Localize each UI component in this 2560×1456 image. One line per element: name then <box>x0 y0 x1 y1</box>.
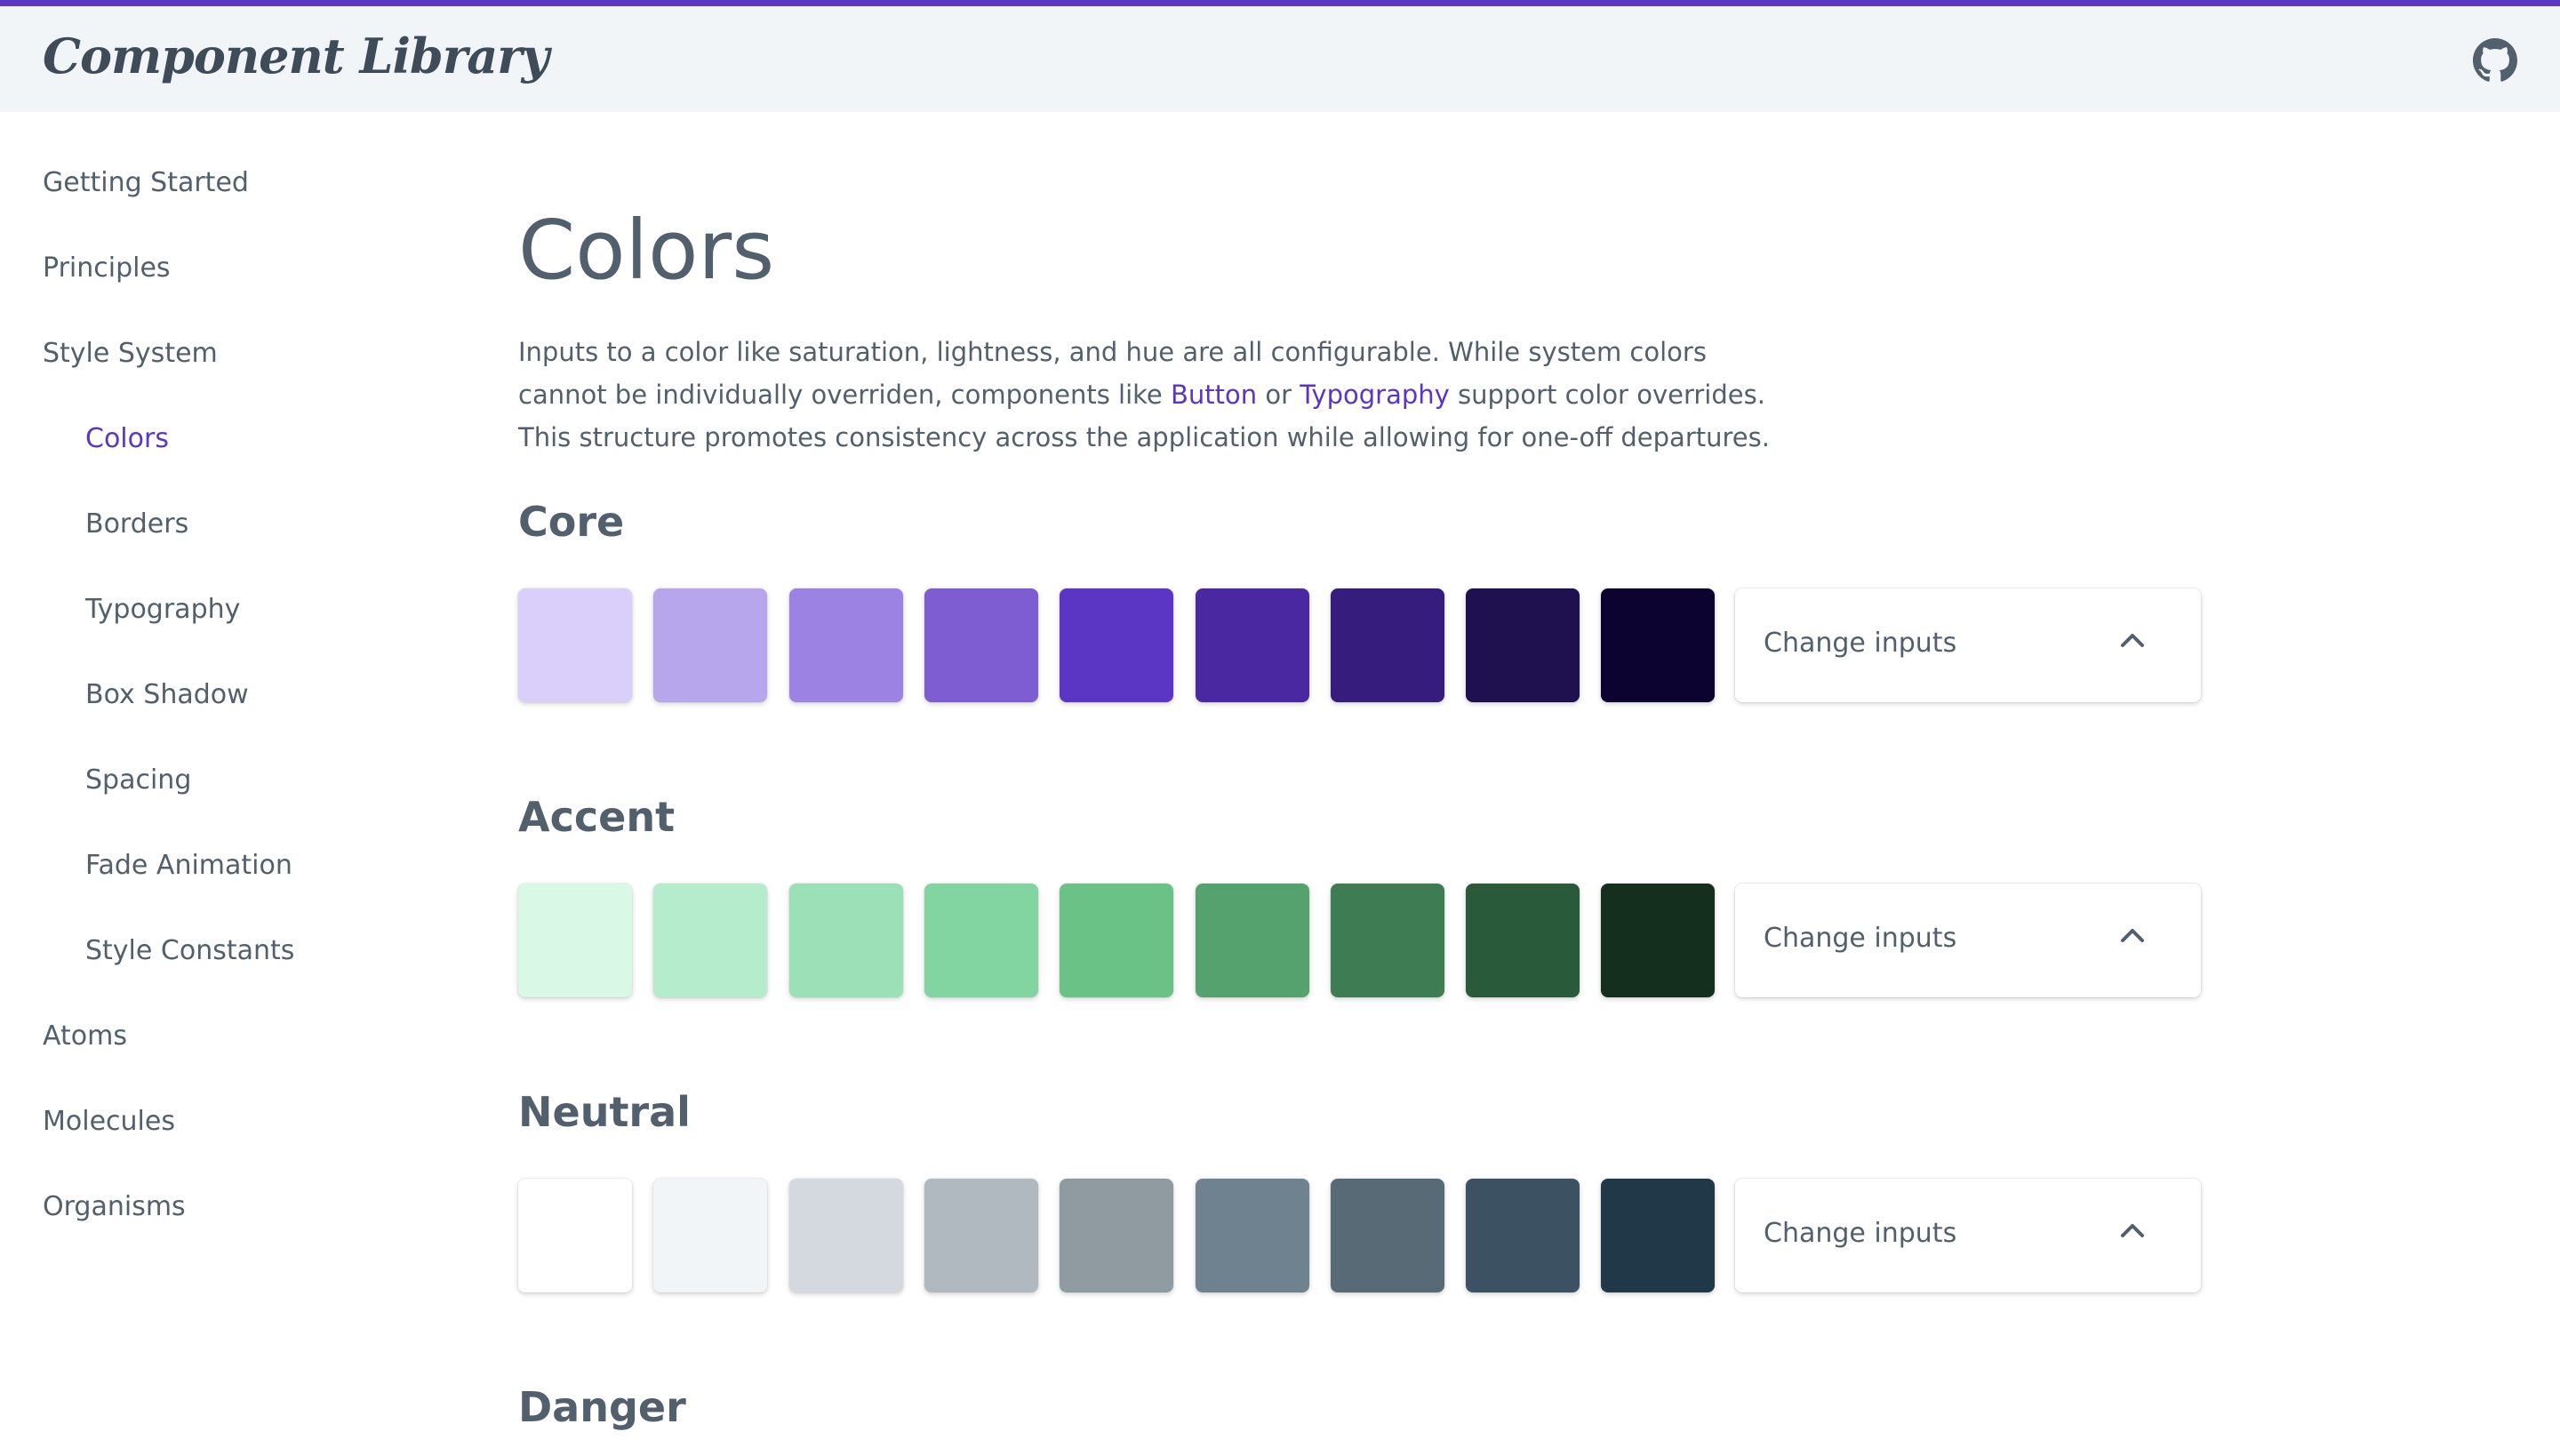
sidebar-item-style-constants[interactable]: Style Constants <box>85 935 294 966</box>
button-link[interactable]: Button <box>1171 380 1257 410</box>
color-swatch[interactable] <box>1331 588 1444 702</box>
change-inputs-label: Change inputs <box>1764 628 1957 659</box>
color-swatch[interactable] <box>518 884 632 997</box>
color-swatch[interactable] <box>1196 884 1309 997</box>
color-swatch[interactable] <box>1060 884 1173 997</box>
color-swatch[interactable] <box>1601 588 1715 702</box>
color-swatch[interactable] <box>1466 1179 1580 1292</box>
color-swatch[interactable] <box>924 884 1038 997</box>
typography-link[interactable]: Typography <box>1300 380 1450 410</box>
sidebar-item-atoms[interactable]: Atoms <box>43 1020 127 1052</box>
color-swatch[interactable] <box>1060 1179 1173 1292</box>
color-swatch[interactable] <box>924 588 1038 702</box>
brand-logo[interactable]: Component Library <box>43 28 549 84</box>
sidebar-nav: Getting Started Principles Style System … <box>0 112 462 1456</box>
sidebar-item-style-system[interactable]: Style System <box>43 338 218 369</box>
color-swatch[interactable] <box>1466 884 1580 997</box>
sidebar-item-spacing[interactable]: Spacing <box>85 764 191 796</box>
change-inputs-label: Change inputs <box>1764 1218 1957 1249</box>
color-swatch[interactable] <box>518 588 632 702</box>
color-swatch[interactable] <box>1601 884 1715 997</box>
color-swatch[interactable] <box>653 588 767 702</box>
color-swatch[interactable] <box>1196 588 1309 702</box>
color-swatch[interactable] <box>1331 884 1444 997</box>
color-swatch[interactable] <box>789 884 903 997</box>
color-swatch[interactable] <box>789 1179 903 1292</box>
sidebar-item-borders[interactable]: Borders <box>85 508 188 540</box>
section-title: Neutral <box>518 1088 691 1136</box>
chevron-up-icon <box>2121 634 2144 647</box>
sidebar-item-fade-animation[interactable]: Fade Animation <box>85 850 292 881</box>
color-swatch[interactable] <box>924 1179 1038 1292</box>
color-swatch[interactable] <box>518 1179 632 1292</box>
section-title: Accent <box>518 793 676 841</box>
section-title: Danger <box>518 1383 686 1431</box>
section-title: Core <box>518 498 625 546</box>
top-bar: Component Library <box>0 0 2560 112</box>
change-inputs-toggle[interactable]: Change inputs <box>1735 1179 2201 1292</box>
color-swatch[interactable] <box>1466 588 1580 702</box>
intro-text-2: or <box>1257 380 1300 410</box>
sidebar-item-typography[interactable]: Typography <box>85 594 240 625</box>
color-swatch[interactable] <box>653 1179 767 1292</box>
color-swatch[interactable] <box>1601 1179 1715 1292</box>
intro-paragraph: Inputs to a color like saturation, light… <box>518 331 1798 459</box>
change-inputs-toggle[interactable]: Change inputs <box>1735 588 2201 702</box>
github-icon[interactable] <box>2473 38 2517 83</box>
change-inputs-label: Change inputs <box>1764 923 1957 954</box>
color-swatch[interactable] <box>1331 1179 1444 1292</box>
sidebar-item-molecules[interactable]: Molecules <box>43 1106 175 1137</box>
color-swatch[interactable] <box>653 884 767 997</box>
page-title: Colors <box>518 203 775 298</box>
sidebar-item-organisms[interactable]: Organisms <box>43 1191 186 1222</box>
chevron-up-icon <box>2121 1224 2144 1237</box>
sidebar-item-colors[interactable]: Colors <box>85 423 169 454</box>
change-inputs-toggle[interactable]: Change inputs <box>1735 884 2201 997</box>
color-swatch[interactable] <box>1196 1179 1309 1292</box>
chevron-up-icon <box>2121 929 2144 942</box>
color-swatch[interactable] <box>789 588 903 702</box>
sidebar-item-box-shadow[interactable]: Box Shadow <box>85 679 249 710</box>
sidebar-item-principles[interactable]: Principles <box>43 252 171 284</box>
sidebar-item-getting-started[interactable]: Getting Started <box>43 167 249 198</box>
color-swatch[interactable] <box>1060 588 1173 702</box>
